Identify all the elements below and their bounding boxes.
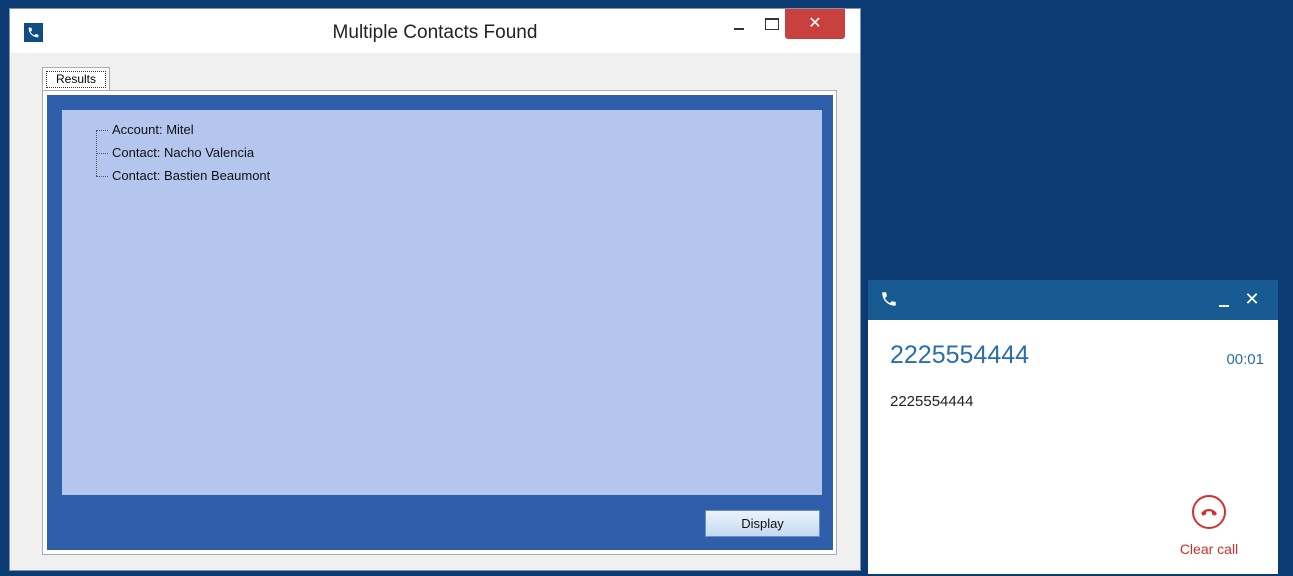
call-minimize-button[interactable]	[1215, 292, 1233, 310]
caller-info: 2225554444	[890, 393, 974, 410]
close-icon: ✕	[808, 15, 822, 32]
results-panel: Account: Mitel Contact: Nacho Valencia C…	[47, 95, 833, 550]
dialog-client-area: Results Account: Mitel Contact: Nacho Va…	[27, 53, 843, 559]
multiple-contacts-dialog: Multiple Contacts Found ✕ Results Accoun…	[9, 8, 861, 571]
minimize-button[interactable]	[725, 9, 753, 39]
results-tab-page: Account: Mitel Contact: Nacho Valencia C…	[42, 90, 837, 555]
call-close-button[interactable]: ✕	[1241, 288, 1263, 310]
tree-item-contact[interactable]: Contact: Nacho Valencia	[92, 143, 254, 163]
close-button[interactable]: ✕	[785, 9, 845, 39]
call-timer: 00:01	[1226, 351, 1264, 368]
tree-item-contact[interactable]: Contact: Bastien Beaumont	[92, 166, 270, 186]
close-icon: ✕	[1244, 289, 1260, 309]
tab-results-label: Results	[46, 71, 106, 88]
phone-icon	[880, 290, 898, 313]
tab-results[interactable]: Results	[42, 67, 110, 91]
call-number: 2225554444	[890, 341, 1030, 369]
maximize-button[interactable]	[756, 9, 786, 39]
display-button[interactable]: Display	[705, 510, 820, 537]
results-tree[interactable]: Account: Mitel Contact: Nacho Valencia C…	[62, 110, 822, 495]
clear-call-label[interactable]: Clear call	[1168, 541, 1250, 557]
hangup-icon	[1201, 509, 1217, 516]
call-popup: ✕ 2225554444 00:01 2225554444 Clear call	[868, 280, 1278, 574]
tree-item-account[interactable]: Account: Mitel	[92, 120, 194, 140]
dialog-titlebar[interactable]: Multiple Contacts Found ✕	[10, 9, 860, 53]
call-header[interactable]: ✕	[868, 280, 1278, 320]
clear-call-button[interactable]	[1192, 495, 1226, 529]
